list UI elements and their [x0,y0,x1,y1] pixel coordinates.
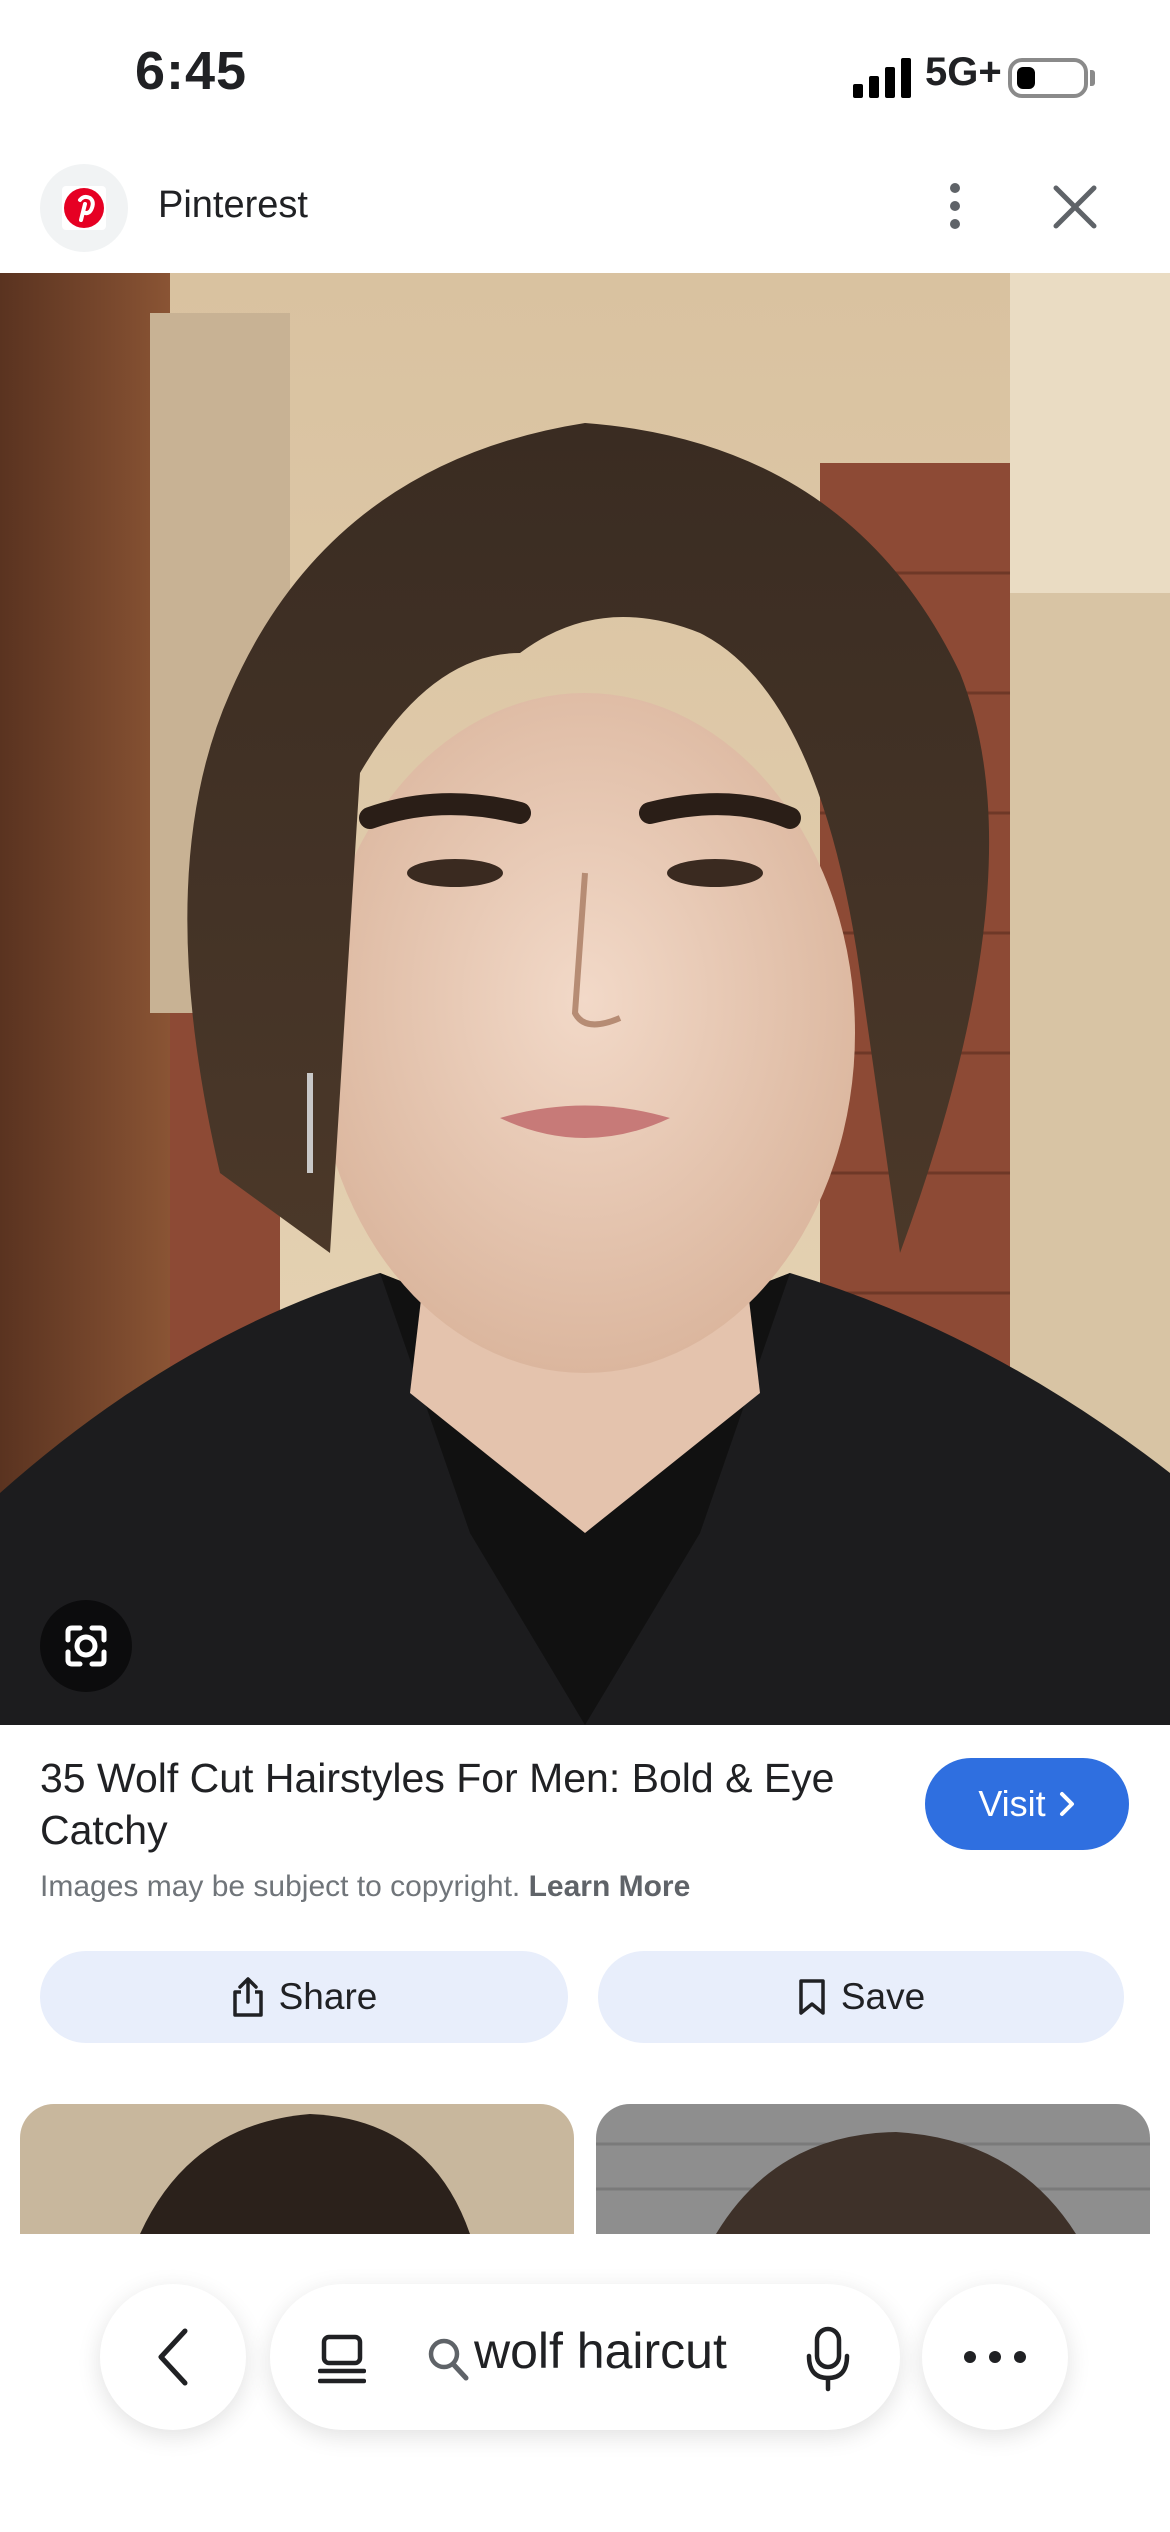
chevron-right-icon [1059,1792,1074,1816]
bookmark-icon [799,1979,825,2015]
share-icon [232,1977,263,2017]
more-vert-icon[interactable] [935,180,975,232]
visit-label: Visit [978,1783,1046,1824]
lens-icon [65,1625,107,1667]
status-time: 6:45 [135,41,248,101]
result-title[interactable]: 35 Wolf Cut Hairstyles For Men: Bold & E… [40,1752,880,1856]
mic-icon[interactable] [806,2326,850,2392]
result-image[interactable] [0,273,1170,1725]
close-icon[interactable] [1048,180,1102,234]
save-label: Save [840,1976,926,2017]
portrait-photo [0,273,1170,1725]
battery-level [1017,67,1035,89]
thumbnail-photo [596,2104,1150,2234]
save-button[interactable]: Save [598,1951,1124,2043]
pinterest-icon [62,186,106,230]
back-button[interactable] [100,2284,246,2430]
more-options-button[interactable] [922,2284,1068,2430]
share-label: Share [278,1976,378,2017]
pinterest-logo[interactable] [40,164,128,252]
related-image[interactable] [596,2104,1150,2234]
copyright-notice: Images may be subject to copyright. Lear… [40,1870,690,1904]
tabs-icon[interactable] [318,2334,366,2384]
thumbnail-photo [20,2104,574,2234]
network-type: 5G+ [925,50,1002,94]
back-chevron-icon [158,2328,188,2386]
lens-button[interactable] [40,1600,132,1692]
search-icon [428,2338,469,2381]
source-name[interactable]: Pinterest [158,184,308,227]
signal-icon [853,58,911,98]
search-query[interactable]: wolf haircut [474,2322,727,2380]
more-horiz-icon [964,2351,1026,2363]
share-button[interactable]: Share [40,1951,568,2043]
visit-button[interactable]: Visit [925,1758,1129,1850]
copyright-text: Images may be subject to copyright. [40,1870,521,1903]
learn-more-link[interactable]: Learn More [529,1870,691,1903]
battery-nub [1090,70,1095,86]
related-image[interactable] [20,2104,574,2234]
